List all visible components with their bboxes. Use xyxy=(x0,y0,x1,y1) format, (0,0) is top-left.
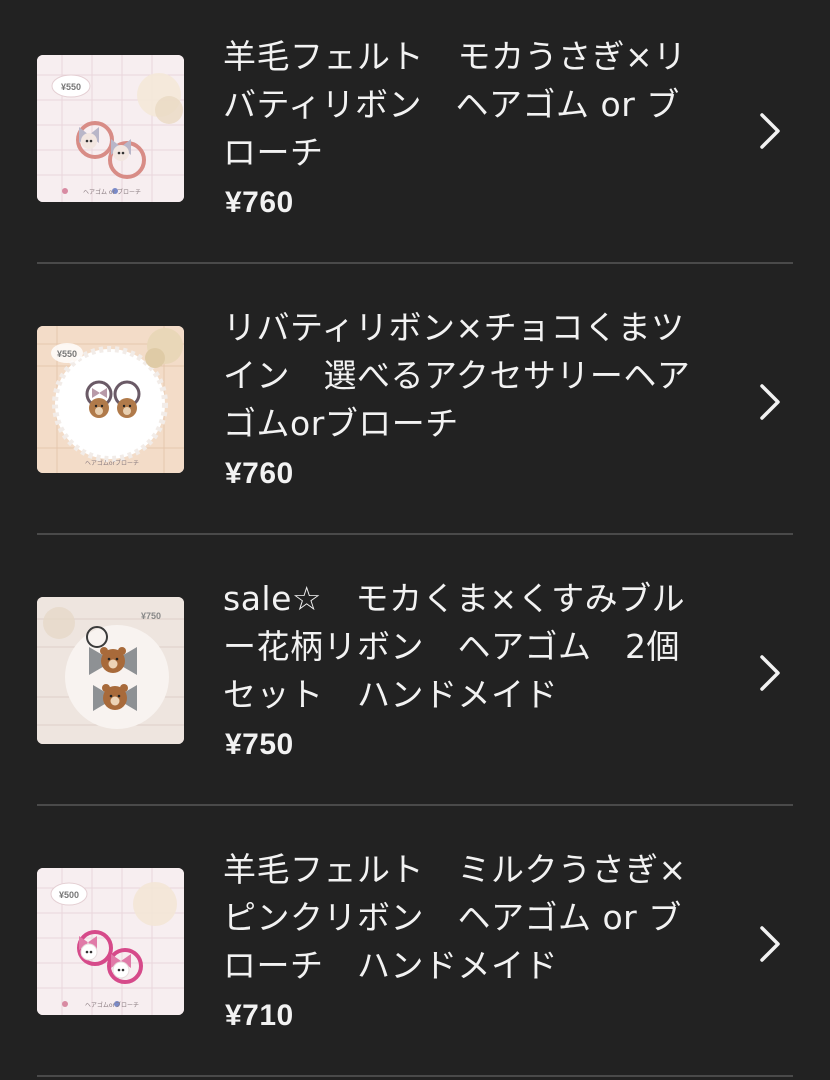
price-tag: ¥500 xyxy=(59,890,79,900)
product-thumbnail[interactable]: ¥550 ヘアゴム or ブローチ xyxy=(37,55,184,202)
list-item[interactable]: ¥750 sale☆ モカくま×くすみブルー花柄リボン ヘアゴム 2個セット ハ… xyxy=(37,535,793,806)
price-tag: ¥550 xyxy=(57,349,77,359)
thumbnail-caption: ヘアゴムorブローチ xyxy=(85,1001,139,1009)
product-title[interactable]: 羊毛フェルト ミルクうさぎ×ピンクリボン ヘアゴム or ブローチ ハンドメイド xyxy=(223,846,713,990)
product-thumbnail[interactable]: ¥550 ヘアゴムorブローチ xyxy=(37,326,184,473)
product-title[interactable]: 羊毛フェルト モカうさぎ×リバティリボン ヘアゴム or ブローチ xyxy=(223,33,713,177)
thumbnail-caption: ヘアゴムorブローチ xyxy=(85,459,139,467)
product-title[interactable]: リバティリボン×チョコくまツイン 選べるアクセサリーヘアゴムorブローチ xyxy=(223,304,713,448)
product-price: ¥760 xyxy=(225,457,294,490)
product-price: ¥750 xyxy=(225,728,294,761)
price-tag: ¥550 xyxy=(61,82,81,92)
product-thumbnail[interactable]: ¥750 xyxy=(37,597,184,744)
chevron-right-icon[interactable] xyxy=(757,653,783,693)
product-list: ¥550 ヘアゴム or ブローチ 羊毛フェルト モカうさぎ×リバティリボン ヘ… xyxy=(0,0,830,1080)
product-title[interactable]: sale☆ モカくま×くすみブルー花柄リボン ヘアゴム 2個セット ハンドメイド xyxy=(223,575,713,719)
price-tag: ¥750 xyxy=(141,611,161,621)
product-price: ¥710 xyxy=(225,999,294,1032)
chevron-right-icon[interactable] xyxy=(757,924,783,964)
product-thumbnail[interactable]: ¥500 ヘアゴムorブローチ xyxy=(37,868,184,1015)
list-item[interactable]: ¥550 ヘアゴムorブローチ リバティリボン×チョコくまツイン 選べるアクセサ… xyxy=(37,264,793,535)
chevron-right-icon[interactable] xyxy=(757,382,783,422)
list-item[interactable]: ¥500 ヘアゴムorブローチ 羊毛フェルト ミルクうさぎ×ピンクリボン ヘアゴ… xyxy=(37,806,793,1077)
thumbnail-caption: ヘアゴム or ブローチ xyxy=(83,188,141,196)
list-item[interactable]: ¥550 ヘアゴム or ブローチ 羊毛フェルト モカうさぎ×リバティリボン ヘ… xyxy=(37,0,793,264)
chevron-right-icon[interactable] xyxy=(757,111,783,151)
product-price: ¥760 xyxy=(225,186,294,219)
